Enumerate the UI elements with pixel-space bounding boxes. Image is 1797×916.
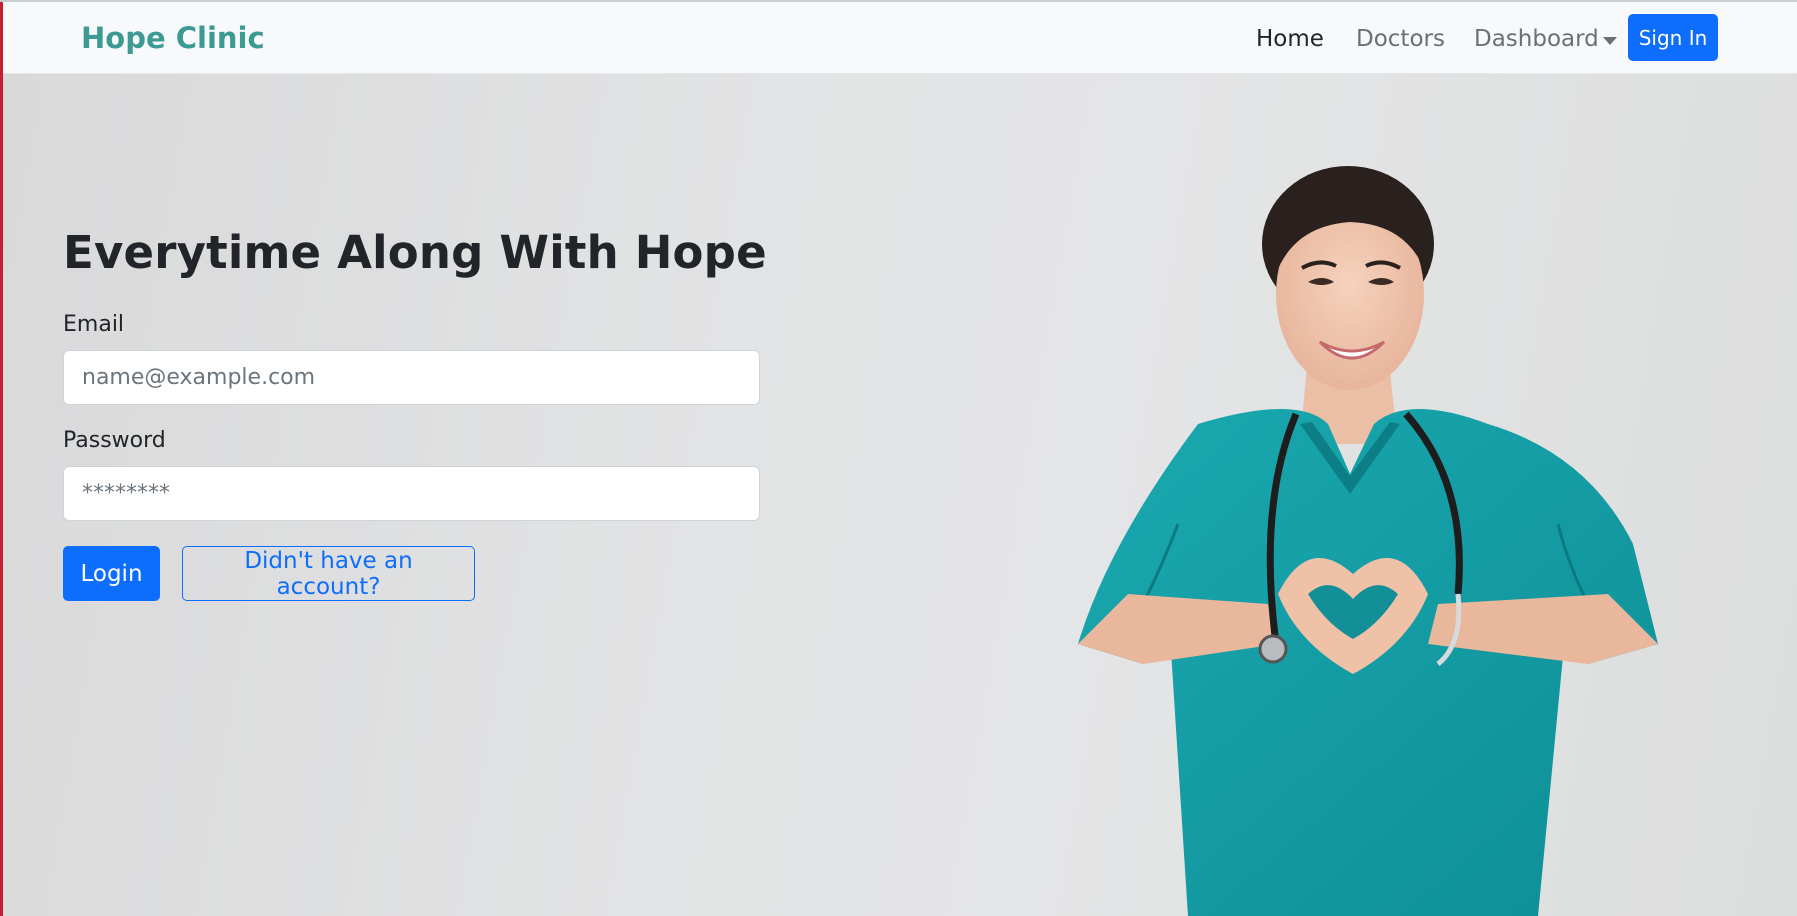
nav-link-doctors[interactable]: Doctors — [1356, 26, 1445, 52]
password-label: Password — [63, 428, 166, 453]
chevron-down-icon[interactable] — [1603, 37, 1617, 45]
brand-logo[interactable]: Hope Clinic — [81, 21, 265, 55]
window-edge — [0, 0, 3, 916]
page-title: Everytime Along With Hope — [63, 226, 767, 279]
register-link-button[interactable]: Didn't have an account? — [182, 546, 475, 601]
email-field[interactable] — [63, 350, 760, 405]
navbar: Hope Clinic Home Doctors Dashboard Sign … — [3, 2, 1797, 74]
hero-section: Everytime Along With Hope Email Password… — [3, 74, 1797, 916]
login-button[interactable]: Login — [63, 546, 160, 601]
nav-link-dashboard[interactable]: Dashboard — [1474, 26, 1599, 52]
doctor-heart-hands-photo — [1078, 166, 1658, 916]
email-label: Email — [63, 312, 125, 337]
nav-link-home[interactable]: Home — [1256, 26, 1324, 52]
window-top-border — [0, 0, 1797, 2]
password-field[interactable] — [63, 466, 760, 521]
sign-in-button[interactable]: Sign In — [1628, 14, 1718, 61]
